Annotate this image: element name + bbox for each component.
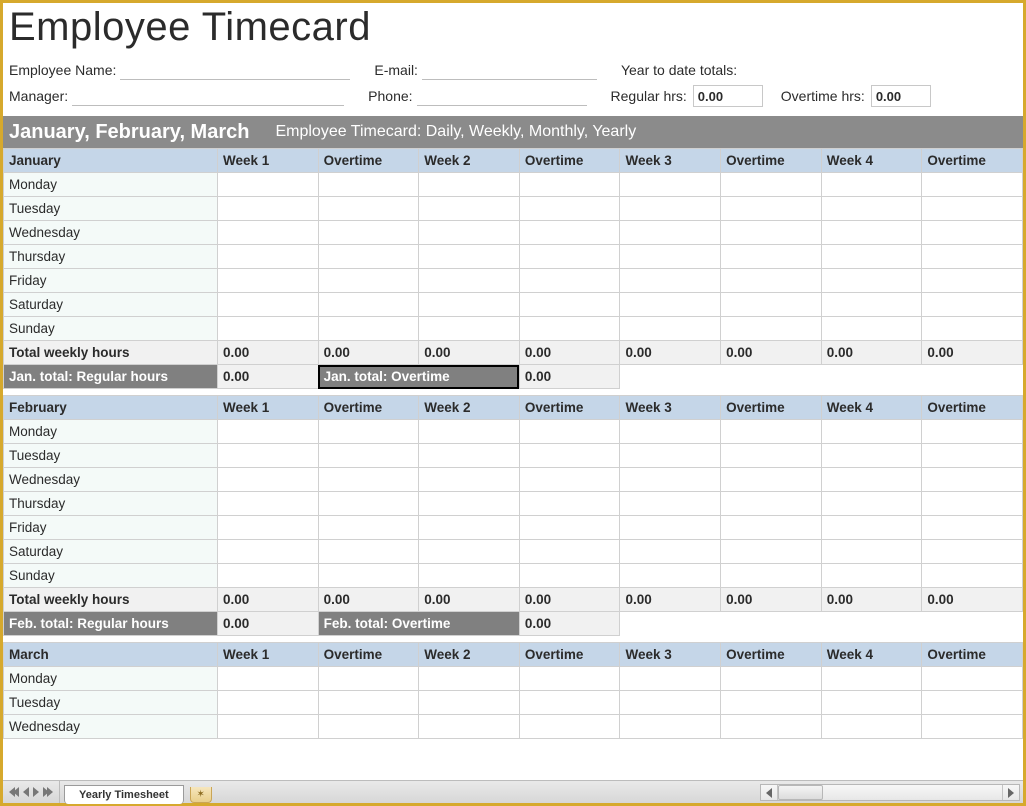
manager-label: Manager: xyxy=(9,88,68,104)
february-header-row: February Week 1OvertimeWeek 2OvertimeWee… xyxy=(4,396,1023,420)
day-label: Monday xyxy=(4,420,218,444)
table-row[interactable]: Friday xyxy=(4,269,1023,293)
col-ot1: Overtime xyxy=(318,149,419,173)
col-week1: Week 1 xyxy=(217,149,318,173)
tab-scroll-first-icon[interactable] xyxy=(9,787,19,797)
feb-ot-total-value: 0.00 xyxy=(519,612,620,636)
quarter-subtitle: Employee Timecard: Daily, Weekly, Monthl… xyxy=(275,123,636,141)
sheet-tab-bar: Yearly Timesheet ✶ xyxy=(3,780,1023,803)
day-label: Thursday xyxy=(4,492,218,516)
feb-month-total-row: Feb. total: Regular hours 0.00 Feb. tota… xyxy=(4,612,1023,636)
feb-reg-total-value: 0.00 xyxy=(217,612,318,636)
table-row[interactable]: Wednesday xyxy=(4,468,1023,492)
regular-hrs-label: Regular hrs: xyxy=(611,88,687,104)
table-row[interactable]: Thursday xyxy=(4,245,1023,269)
day-label: Wednesday xyxy=(4,468,218,492)
overtime-hrs-value[interactable]: 0.00 xyxy=(871,85,931,107)
col-week3: Week 3 xyxy=(620,149,721,173)
phone-label: Phone: xyxy=(368,88,412,104)
day-label: Sunday xyxy=(4,317,218,341)
table-row[interactable]: Tuesday xyxy=(4,197,1023,221)
weekly-total-label: Total weekly hours xyxy=(4,341,218,365)
quarter-header: January, February, March Employee Timeca… xyxy=(3,116,1023,148)
march-header-row: March Week 1OvertimeWeek 2OvertimeWeek 3… xyxy=(4,643,1023,667)
day-label: Thursday xyxy=(4,245,218,269)
manager-input[interactable] xyxy=(72,86,344,106)
day-label: Wednesday xyxy=(4,715,218,739)
regular-hrs-value[interactable]: 0.00 xyxy=(693,85,763,107)
table-row[interactable]: Friday xyxy=(4,516,1023,540)
table-row[interactable]: Thursday xyxy=(4,492,1023,516)
page-title: Employee Timecard xyxy=(3,3,1023,58)
table-row[interactable]: Monday xyxy=(4,173,1023,197)
col-ot2: Overtime xyxy=(519,149,620,173)
table-row[interactable]: Saturday xyxy=(4,293,1023,317)
table-row[interactable]: Tuesday xyxy=(4,444,1023,468)
january-header-row: January Week 1 Overtime Week 2 Overtime … xyxy=(4,149,1023,173)
quarter-title: January, February, March xyxy=(9,121,249,144)
day-label: Friday xyxy=(4,269,218,293)
feb-reg-total-label: Feb. total: Regular hours xyxy=(4,612,218,636)
employee-name-input[interactable] xyxy=(120,60,350,80)
ytd-label: Year to date totals: xyxy=(621,62,737,78)
january-table[interactable]: January Week 1 Overtime Week 2 Overtime … xyxy=(3,148,1023,389)
tab-scroll-next-icon[interactable] xyxy=(33,787,39,797)
scroll-left-icon[interactable] xyxy=(761,785,778,800)
table-row[interactable]: Tuesday xyxy=(4,691,1023,715)
scrollbar-thumb[interactable] xyxy=(778,785,823,800)
table-row[interactable]: Wednesday xyxy=(4,221,1023,245)
day-label: Sunday xyxy=(4,564,218,588)
weekly-total-row: Total weekly hours 0.000.000.000.000.000… xyxy=(4,588,1023,612)
day-label: Saturday xyxy=(4,293,218,317)
month-name: February xyxy=(4,396,218,420)
day-label: Tuesday xyxy=(4,444,218,468)
day-label: Wednesday xyxy=(4,221,218,245)
weekly-total-row: Total weekly hours 0.000.000.000.000.000… xyxy=(4,341,1023,365)
month-name: January xyxy=(4,149,218,173)
month-name: March xyxy=(4,643,218,667)
jan-month-total-row: Jan. total: Regular hours 0.00 Jan. tota… xyxy=(4,365,1023,389)
scroll-right-icon[interactable] xyxy=(1002,785,1019,800)
sheet-tab-active[interactable]: Yearly Timesheet xyxy=(64,785,184,804)
meta-row-1: Employee Name: E-mail: Year to date tota… xyxy=(3,58,1023,82)
march-table[interactable]: March Week 1OvertimeWeek 2OvertimeWeek 3… xyxy=(3,642,1023,739)
horizontal-scrollbar[interactable] xyxy=(760,784,1020,801)
col-ot4: Overtime xyxy=(922,149,1023,173)
meta-row-2: Manager: Phone: Regular hrs: 0.00 Overti… xyxy=(3,84,1023,108)
tab-scroll-prev-icon[interactable] xyxy=(23,787,29,797)
col-week4: Week 4 xyxy=(821,149,922,173)
jan-ot-total-value: 0.00 xyxy=(519,365,620,389)
day-label: Tuesday xyxy=(4,691,218,715)
col-ot3: Overtime xyxy=(721,149,822,173)
table-row[interactable]: Monday xyxy=(4,420,1023,444)
weekly-total-label: Total weekly hours xyxy=(4,588,218,612)
tab-scroll-last-icon[interactable] xyxy=(43,787,53,797)
day-label: Tuesday xyxy=(4,197,218,221)
employee-name-label: Employee Name: xyxy=(9,62,116,78)
february-table[interactable]: February Week 1OvertimeWeek 2OvertimeWee… xyxy=(3,395,1023,636)
email-input[interactable] xyxy=(422,60,597,80)
table-row[interactable]: Wednesday xyxy=(4,715,1023,739)
jan-ot-total-label-selected-cell[interactable]: Jan. total: Overtime xyxy=(318,365,519,389)
new-sheet-button[interactable]: ✶ xyxy=(190,787,212,803)
table-row[interactable]: Monday xyxy=(4,667,1023,691)
feb-ot-total-label: Feb. total: Overtime xyxy=(318,612,519,636)
table-row[interactable]: Saturday xyxy=(4,540,1023,564)
jan-reg-total-value: 0.00 xyxy=(217,365,318,389)
table-row[interactable]: Sunday xyxy=(4,564,1023,588)
col-week2: Week 2 xyxy=(419,149,520,173)
phone-input[interactable] xyxy=(417,86,587,106)
day-label: Friday xyxy=(4,516,218,540)
day-label: Monday xyxy=(4,667,218,691)
jan-reg-total-label: Jan. total: Regular hours xyxy=(4,365,218,389)
email-label: E-mail: xyxy=(374,62,418,78)
day-label: Monday xyxy=(4,173,218,197)
day-label: Saturday xyxy=(4,540,218,564)
overtime-hrs-label: Overtime hrs: xyxy=(781,88,865,104)
table-row[interactable]: Sunday xyxy=(4,317,1023,341)
